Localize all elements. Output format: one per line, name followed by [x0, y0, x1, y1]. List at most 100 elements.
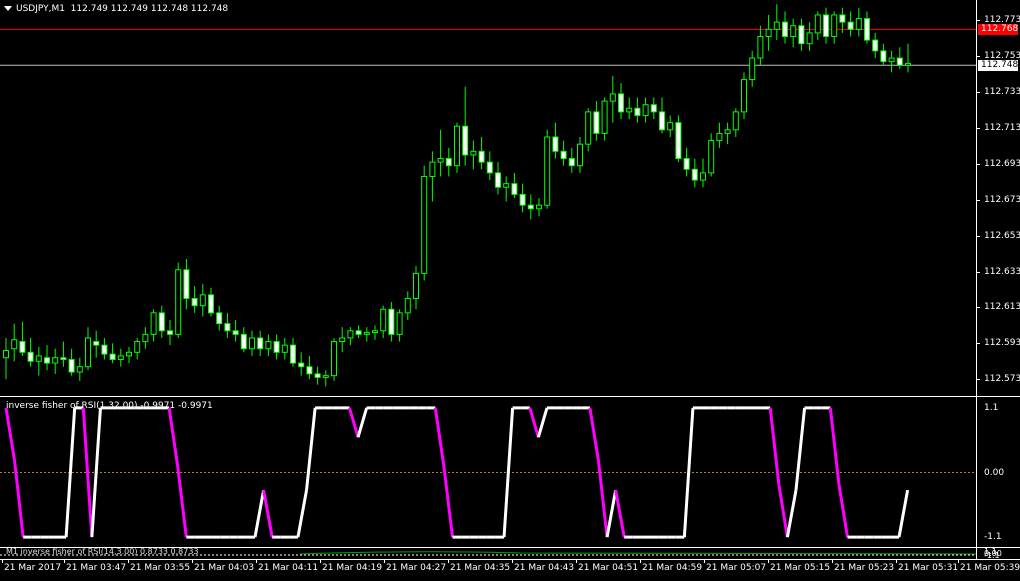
ask-price-box: 112.768 [978, 24, 1018, 36]
indicator-segment [536, 407, 549, 438]
candle [232, 320, 239, 342]
candle [331, 337, 337, 382]
bull-candle-body [757, 36, 764, 59]
candle [273, 334, 280, 360]
bull-candle-body [544, 136, 551, 206]
bull-candle-body [601, 100, 608, 134]
time-label: 21 Mar 04:19 [322, 563, 383, 573]
candle [134, 337, 141, 360]
bear-candle-body [650, 104, 657, 113]
price-label: 112.593 [984, 338, 1020, 349]
indicator-2-level-label: -1.1 [984, 551, 1000, 560]
bear-candle-body [683, 158, 690, 170]
bull-candle-body [814, 14, 821, 34]
bull-candle-body [281, 344, 288, 353]
indicator-segment [794, 407, 807, 491]
candle [117, 348, 124, 367]
bull-candle-body [773, 21, 780, 30]
candle [314, 366, 321, 385]
candle [454, 122, 460, 173]
candle [495, 162, 501, 195]
bear-candle-body [290, 344, 296, 364]
candle [806, 22, 813, 51]
bull-candle-body [626, 107, 633, 113]
candle [896, 47, 903, 69]
time-tick [320, 560, 321, 563]
candle [85, 327, 91, 371]
time-tick [448, 560, 449, 563]
time-tick [958, 560, 959, 563]
candle [126, 346, 132, 364]
bear-candle-body [19, 341, 26, 353]
candle [544, 129, 551, 209]
indicator-segment [262, 489, 274, 538]
indicator-segment [828, 407, 841, 485]
price-tick [976, 271, 980, 273]
candle [183, 259, 190, 310]
candle [11, 323, 18, 362]
candle [552, 122, 559, 159]
candle [700, 158, 706, 188]
candle [536, 198, 542, 216]
bear-candle-body [257, 337, 264, 350]
dropdown-triangle-icon[interactable] [4, 6, 12, 11]
bear-candle-body [224, 323, 231, 332]
bull-candle-body [642, 104, 649, 116]
candle [650, 97, 657, 120]
bear-candle-body [798, 25, 805, 45]
pane-separator[interactable] [0, 396, 1020, 397]
candle [437, 129, 444, 177]
bear-candle-body [839, 14, 846, 23]
time-tick [192, 560, 193, 563]
bull-candle-body [609, 93, 616, 102]
candle [683, 147, 690, 177]
candle [864, 11, 870, 44]
bear-candle-body [880, 50, 887, 63]
bear-candle-body [93, 341, 100, 346]
time-axis[interactable]: 21 Mar 2017 21 Mar 03:47 21 Mar 03:55 21 Ma… [0, 560, 1020, 581]
candle [380, 305, 387, 338]
bull-candle-body [3, 350, 9, 359]
bull-candle-body [437, 158, 444, 163]
bear-candle-body [183, 269, 190, 299]
indicator-pane-1[interactable]: inverse fisher of RSI(1,32.00) -0.9971 -… [0, 398, 976, 547]
candle [757, 25, 764, 66]
candle [618, 83, 624, 120]
bear-candle-body [847, 21, 854, 30]
candle [93, 330, 100, 358]
bear-candle-body [478, 150, 485, 163]
bear-candle-body [691, 168, 698, 181]
price-label: 112.673 [984, 194, 1020, 205]
time-label: 21 Mar 04:03 [194, 563, 255, 573]
candle [831, 11, 838, 44]
bear-candle-body [519, 193, 526, 206]
candle [68, 348, 75, 376]
bull-candle-body [667, 122, 674, 131]
bull-candle-body [429, 161, 436, 177]
indicator-segment [768, 407, 781, 485]
bear-candle-body [659, 111, 665, 131]
price-label: 112.573 [984, 374, 1020, 385]
bull-candle-body [741, 79, 747, 113]
indicator-2-title: M1 inverse fisher of RSI(14,3.00) 0.8733… [6, 547, 199, 556]
bear-candle-body [388, 308, 395, 335]
bull-candle-body [421, 175, 428, 274]
bull-candle-body [347, 330, 354, 339]
candle [667, 115, 674, 137]
candle [585, 108, 592, 152]
candle [691, 158, 698, 188]
time-label: 21 Mar 04:59 [642, 563, 703, 573]
candle [814, 11, 821, 41]
price-chart-pane[interactable]: USDJPY,M1 112.749 112.749 112.748 112.74… [0, 0, 976, 395]
price-tick [976, 20, 980, 22]
indicator-pane-2[interactable]: M1 inverse fisher of RSI(14,3.00) 0.8733… [0, 547, 976, 559]
indicator-segment [176, 466, 188, 538]
candle [659, 97, 665, 134]
candle [560, 140, 567, 166]
price-label: 112.693 [984, 158, 1020, 169]
candle [142, 327, 149, 349]
bear-candle-body [68, 358, 75, 373]
candle [281, 337, 288, 360]
time-tick [768, 560, 769, 563]
indicator-level-label: 1.1 [984, 402, 999, 413]
